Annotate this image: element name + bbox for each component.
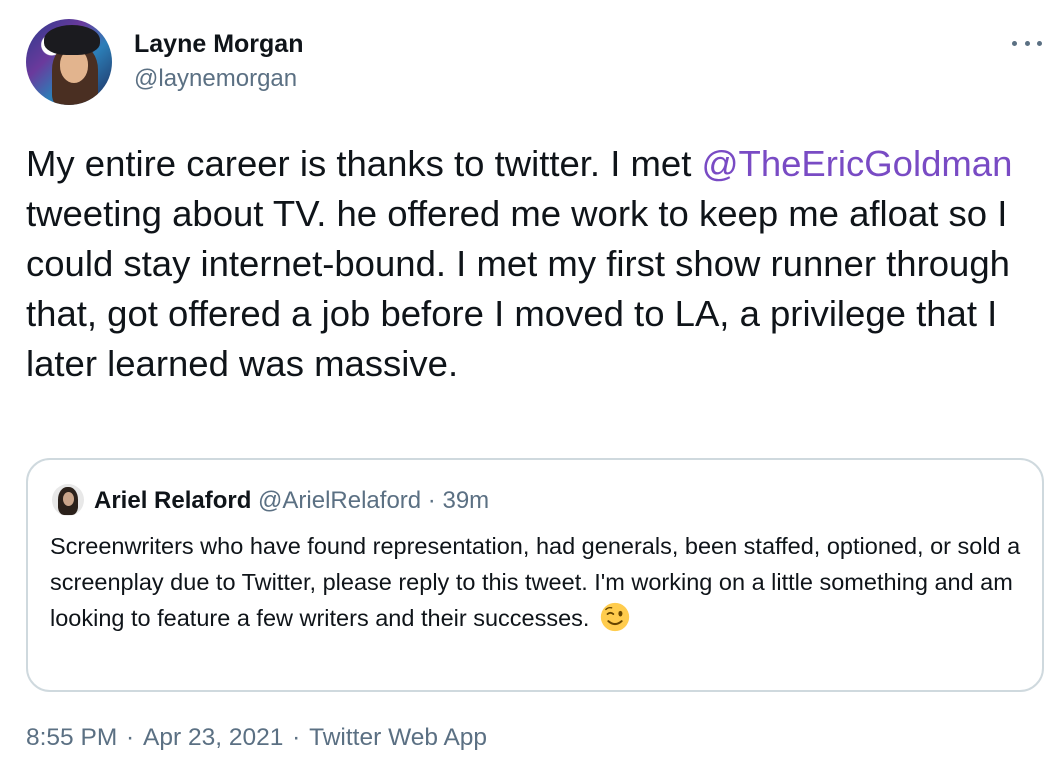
more-options-icon[interactable] [1012,34,1042,52]
tweet-text: My entire career is thanks to twitter. I… [26,139,1046,389]
author-avatar[interactable] [26,19,112,105]
tweet-text-start: My entire career is thanks to twitter. I… [26,143,702,184]
mention-link[interactable]: @TheEricGoldman [701,143,1012,184]
author-handle[interactable]: @laynemorgan [134,65,297,93]
quoted-author-handle[interactable]: @ArielRelaford [258,487,421,514]
quoted-tweet-time[interactable]: 39m [442,487,489,514]
tweet-date[interactable]: Apr 23, 2021 [143,724,283,751]
quoted-tweet-body: Screenwriters who have found representat… [50,533,1021,631]
tweet-source[interactable]: Twitter Web App [309,724,487,751]
winking-face-icon [600,602,630,632]
author-display-name[interactable]: Layne Morgan [134,30,303,58]
tweet-text-end: tweeting about TV. he offered me work to… [26,193,1010,384]
tweet-time[interactable]: 8:55 PM [26,724,117,751]
tweet-footer: 8:55 PM · Apr 23, 2021 · Twitter Web App [26,722,487,754]
quoted-author-avatar[interactable] [52,484,84,516]
footer-separator-2: · [285,724,308,751]
quoted-meta-separator: · [421,487,443,514]
quoted-tweet[interactable]: Ariel Relaford @ArielRelaford · 39m Scre… [26,458,1044,692]
quoted-tweet-text: Screenwriters who have found representat… [50,528,1030,636]
quoted-tweet-header: Ariel Relaford @ArielRelaford · 39m [94,486,489,516]
tweet-card: Layne Morgan @laynemorgan My entire care… [0,0,1064,776]
quoted-author-name[interactable]: Ariel Relaford [94,487,251,514]
footer-separator: · [119,724,142,751]
